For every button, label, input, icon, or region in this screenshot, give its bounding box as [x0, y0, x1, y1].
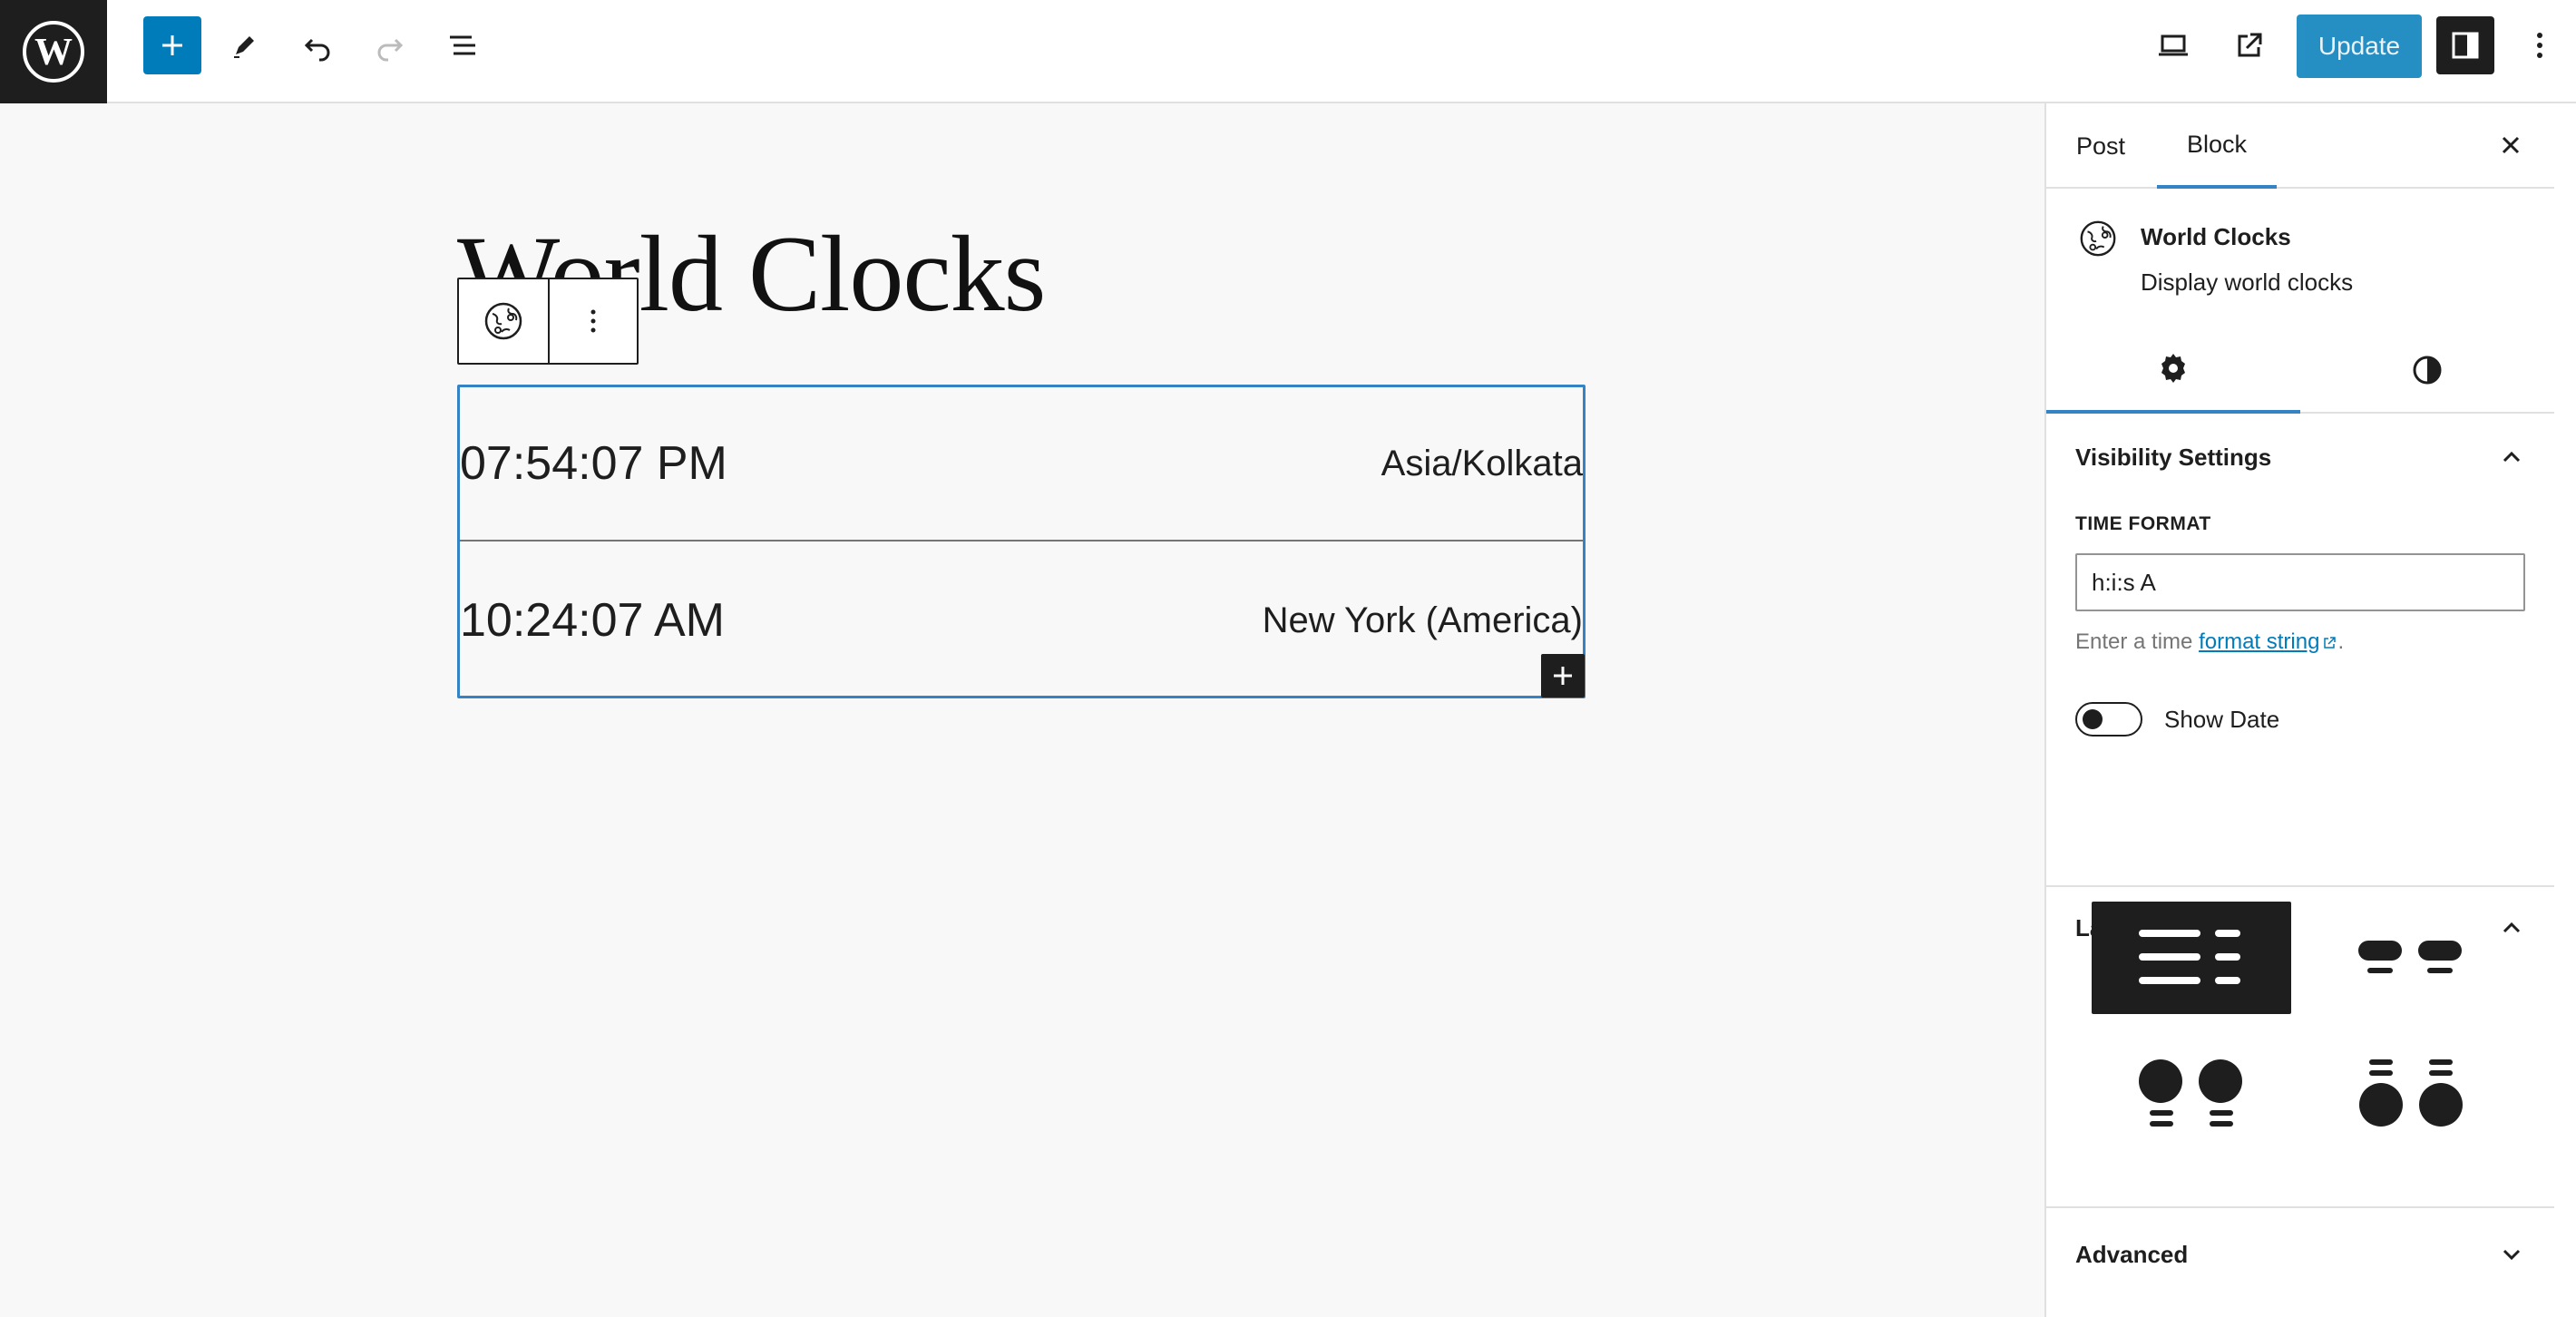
undo-icon: [304, 38, 330, 62]
block-options-button[interactable]: [548, 279, 637, 363]
editor-header: W Update: [0, 0, 2576, 103]
list-view-icon: [450, 35, 475, 55]
advanced-panel-toggle[interactable]: Advanced: [2046, 1206, 2554, 1301]
block-type-button[interactable]: [459, 279, 548, 363]
layout-option-pills[interactable]: [2311, 902, 2511, 1014]
device-preview-button[interactable]: [2144, 16, 2202, 74]
panel-title: Visibility Settings: [2075, 443, 2272, 471]
add-block-button[interactable]: [1541, 654, 1585, 698]
settings-toggle-button[interactable]: [2436, 16, 2494, 74]
clock-row: 10:24:07 AM New York (America): [460, 543, 1583, 698]
scrollbar[interactable]: [2554, 103, 2576, 1317]
tab-post[interactable]: Post: [2046, 103, 2155, 189]
clock-row: 07:54:07 PM Asia/Kolkata: [460, 387, 1583, 541]
gear-icon: [2161, 354, 2185, 383]
block-toolbar: [457, 278, 639, 365]
close-settings-button[interactable]: [2491, 125, 2531, 165]
wordpress-icon[interactable]: W: [0, 0, 107, 103]
view-post-button[interactable]: [2220, 16, 2278, 74]
sidebar-tabs: Post Block: [2046, 103, 2554, 189]
layout-circles-icon: [2139, 1059, 2242, 1127]
world-clocks-block[interactable]: 07:54:07 PM Asia/Kolkata 10:24:07 AM New…: [457, 385, 1586, 698]
help-suffix: .: [2337, 629, 2345, 654]
external-link-icon: [2238, 33, 2262, 57]
block-inserter-button[interactable]: [143, 16, 201, 74]
layout-option-circles-bottom[interactable]: [2311, 1038, 2511, 1150]
more-vertical-icon: [590, 309, 596, 333]
layout-circles-icon: [2359, 1059, 2463, 1127]
tab-styles[interactable]: [2300, 327, 2554, 414]
options-button[interactable]: [2511, 16, 2569, 74]
more-vertical-icon: [2537, 33, 2542, 58]
external-link-icon: [2324, 636, 2337, 649]
time-format-label: TIME FORMAT: [2075, 513, 2211, 534]
format-string-link[interactable]: format string: [2199, 629, 2319, 654]
settings-sidebar: Post Block World Clocks Display world cl…: [2044, 103, 2554, 1317]
close-icon: [2502, 136, 2520, 154]
redo-icon: [377, 38, 404, 62]
clock-time: 10:24:07 AM: [460, 594, 725, 647]
time-format-help: Enter a time format string.: [2075, 629, 2344, 655]
time-format-input[interactable]: [2075, 553, 2525, 611]
editor-canvas[interactable]: World Clocks 07:54:07 PM Asia/Kolkata 10…: [0, 103, 2044, 1317]
block-inspector-tabs: [2046, 327, 2554, 414]
document-overview-button[interactable]: [434, 16, 492, 74]
globe-icon: [2080, 220, 2116, 257]
tab-block[interactable]: Block: [2157, 103, 2277, 189]
panel-title: Advanced: [2075, 1240, 2189, 1268]
layout-pills-icon: [2358, 941, 2462, 973]
toggle-knob: [2083, 709, 2103, 729]
show-date-toggle[interactable]: [2075, 702, 2142, 737]
tab-settings[interactable]: [2046, 327, 2300, 414]
block-card: World Clocks Display world clocks: [2046, 190, 2554, 327]
block-title: World Clocks: [2141, 223, 2291, 250]
sidebar-toggle-icon: [2452, 32, 2479, 59]
show-date-label: Show Date: [2164, 706, 2280, 733]
block-description: Display world clocks: [2141, 268, 2354, 296]
visibility-settings-toggle[interactable]: Visibility Settings: [2046, 415, 2554, 499]
desktop-view-icon: [2159, 34, 2188, 56]
globe-icon: [484, 302, 522, 340]
clock-zone: Asia/Kolkata: [1381, 443, 1583, 483]
layout-option-list[interactable]: [2092, 902, 2291, 1014]
clock-zone: New York (America): [1262, 600, 1583, 640]
svg-text:W: W: [34, 32, 73, 73]
plus-icon: [162, 35, 182, 55]
plus-icon: [1554, 667, 1572, 685]
update-button[interactable]: Update: [2297, 15, 2422, 78]
undo-button[interactable]: [288, 16, 346, 74]
pencil-icon: [234, 36, 254, 58]
clock-time: 07:54:07 PM: [460, 437, 727, 490]
layout-option-circles-top[interactable]: [2092, 1038, 2291, 1150]
help-prefix: Enter a time: [2075, 629, 2200, 654]
chevron-up-icon: [2503, 451, 2521, 463]
tools-button[interactable]: [214, 16, 272, 74]
contrast-icon: [2413, 356, 2442, 385]
layout-list-icon: [2139, 930, 2240, 984]
redo-button[interactable]: [361, 16, 419, 74]
chevron-down-icon: [2503, 1249, 2521, 1261]
